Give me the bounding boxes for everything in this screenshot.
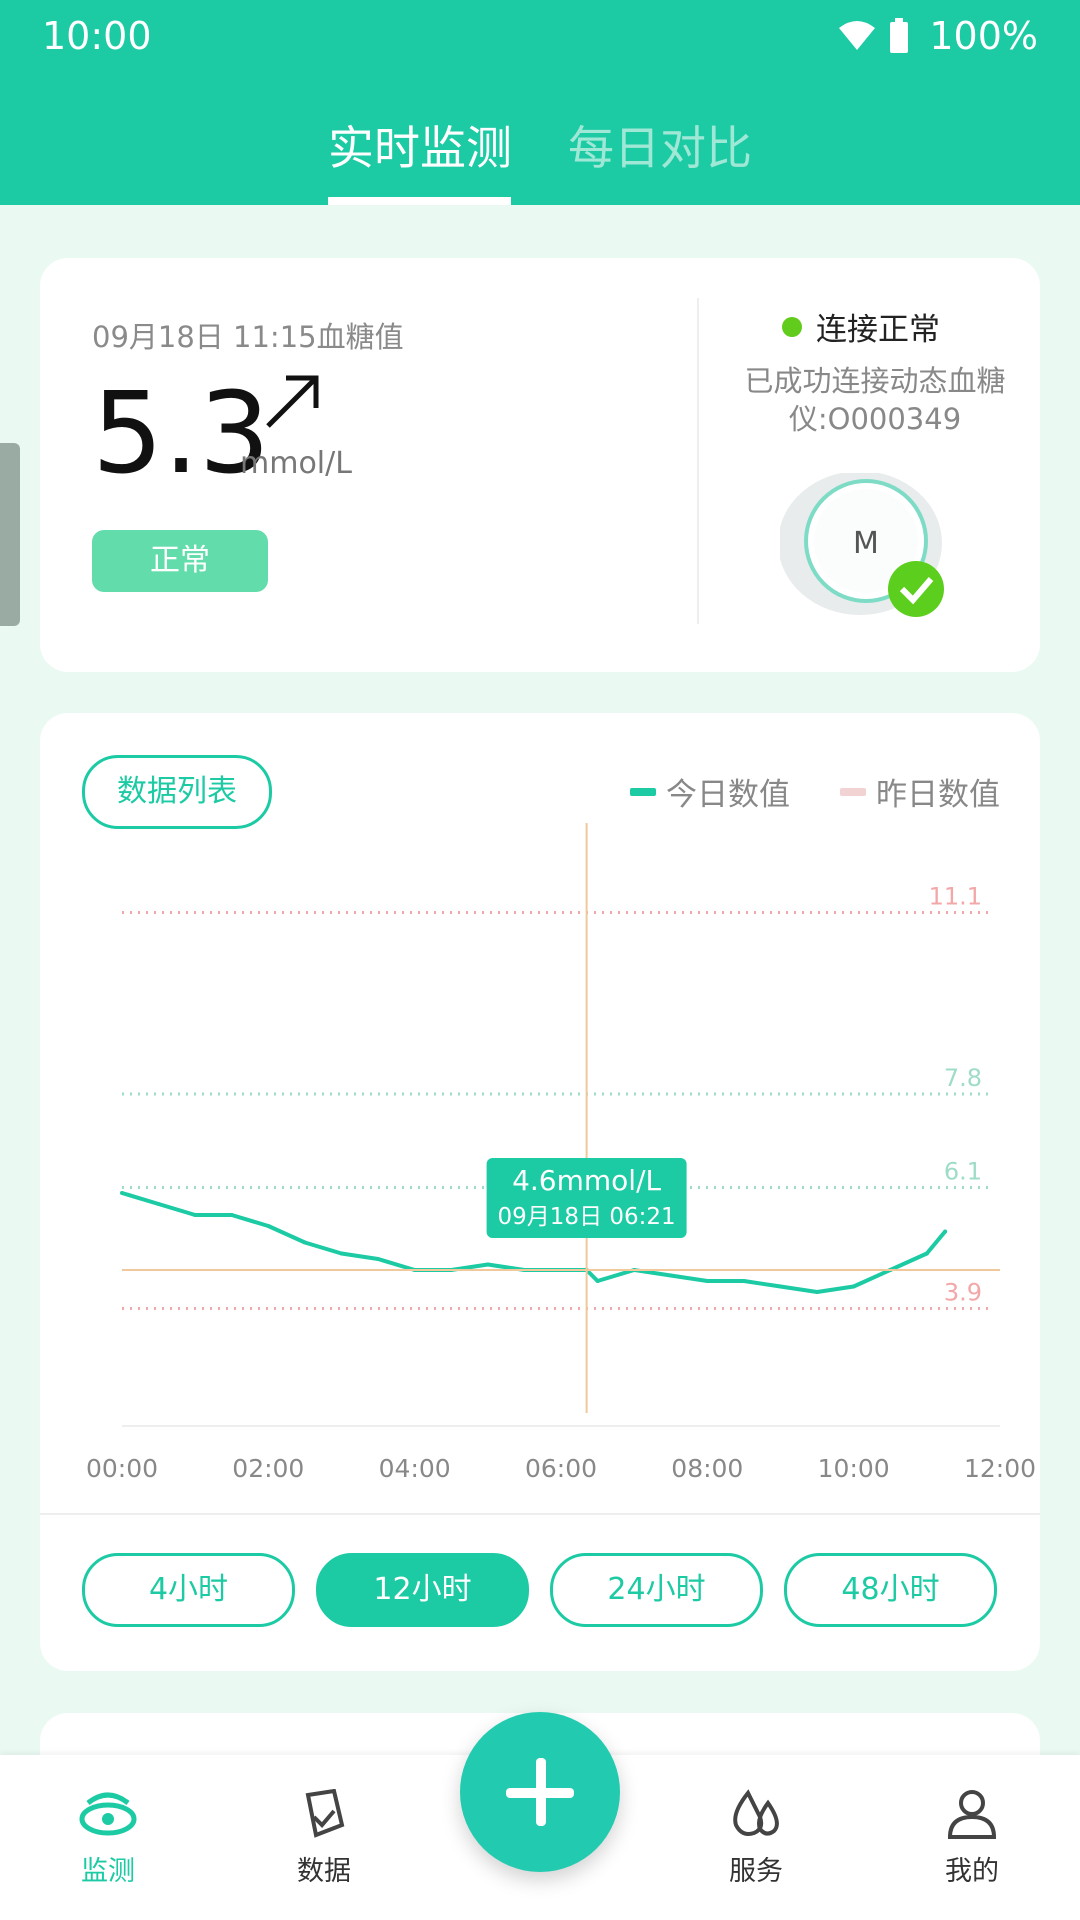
nav-data[interactable]: 数据 [264,1788,384,1888]
reference-label: 6.1 [944,1158,982,1186]
tab-daily-compare[interactable]: 每日对比 [568,112,752,178]
x-tick-label: 08:00 [671,1454,743,1483]
plus-icon [506,1758,574,1826]
data-icon [305,1788,345,1838]
reading-date: 09月18日 11:15血糖值 [92,320,404,354]
connection-status-label: 连接正常 [816,312,940,348]
data-point [376,1257,381,1261]
x-tick-label: 02:00 [232,1454,304,1483]
connection-status: 连接正常 [782,304,940,349]
range-48h-button[interactable]: 48小时 [784,1553,997,1627]
data-point [156,1202,161,1206]
nav-label-mine: 我的 [945,1856,999,1887]
svg-text:M: M [853,526,879,561]
reference-label: 3.9 [944,1279,982,1307]
tab-active-indicator [328,197,511,205]
data-point [705,1279,710,1283]
data-point [741,1279,746,1283]
status-time: 10:00 [42,14,152,58]
nav-mine[interactable]: 我的 [912,1789,1032,1888]
range-24h-button[interactable]: 24小时 [550,1553,763,1627]
nav-label-monitor: 监测 [81,1856,135,1887]
reading-card: 09月18日 11:15血糖值 5.3 mmol/L 正常 连接正常 已成功连接… [40,258,1040,672]
app-header: 10:00 100% 实时监测 每日对比 [0,0,1080,205]
battery-percent: 100% [929,14,1038,58]
reference-label: 11.1 [929,883,982,911]
data-point [485,1262,490,1267]
data-point [778,1284,783,1289]
data-point [120,1191,124,1195]
nav-service[interactable]: 服务 [696,1789,816,1888]
glucose-chart[interactable]: 11.1 7.8 6.1 3.9 00:00 02:00 04:00 06:00 08:00 10… [40,713,1040,1513]
tab-realtime[interactable]: 实时监测 [328,112,512,178]
status-badge: 正常 [92,530,268,592]
data-point [924,1251,929,1256]
nav-label-data: 数据 [297,1856,351,1887]
tooltip-value: 4.6mmol/L [512,1164,661,1197]
data-point [339,1251,344,1256]
data-point [229,1213,234,1217]
x-tick-label: 10:00 [818,1454,890,1483]
x-tick-label: 00:00 [86,1454,158,1483]
time-range-selector: 4小时 12小时 24小时 48小时 [40,1553,1040,1633]
nav-label-service: 服务 [729,1856,783,1887]
reference-label: 7.8 [944,1064,982,1092]
tooltip-time: 09月18日 06:21 [498,1204,676,1230]
chart-card: 数据列表 今日数值 昨日数值 11.1 7.8 6.1 3.9 00:00 02:00 04… [40,713,1040,1671]
status-dot-icon [782,316,802,337]
data-point [815,1290,820,1294]
data-point [851,1284,856,1289]
add-record-button[interactable] [460,1712,620,1872]
sensor-device-icon: M [780,473,944,617]
drops-icon [733,1789,779,1836]
data-point [302,1240,307,1245]
battery-icon [890,18,909,53]
glucose-unit: mmol/L [240,446,352,481]
trend-up-arrow-icon [266,375,319,428]
tab-bar: 实时监测 每日对比 [0,112,1080,205]
divider [40,1513,1040,1515]
x-tick-label: 06:00 [525,1454,597,1483]
data-point [266,1224,271,1228]
status-icons: 100% [837,14,1038,58]
data-point [943,1229,948,1234]
nav-monitor[interactable]: 监测 [48,1789,168,1888]
connection-description: 已成功连接动态血糖仪:O000349 [744,364,1006,436]
x-tick-label: 12:00 [964,1454,1036,1483]
user-icon [947,1790,997,1839]
range-12h-button[interactable]: 12小时 [316,1553,529,1627]
monitor-icon [79,1792,137,1836]
range-4h-button[interactable]: 4小时 [82,1553,295,1627]
x-tick-label: 04:00 [379,1454,451,1483]
wifi-icon [839,21,876,50]
data-point [668,1273,673,1278]
divider [697,298,699,624]
data-point [595,1279,600,1283]
data-point [193,1213,198,1217]
side-drawer-handle[interactable] [0,443,20,626]
